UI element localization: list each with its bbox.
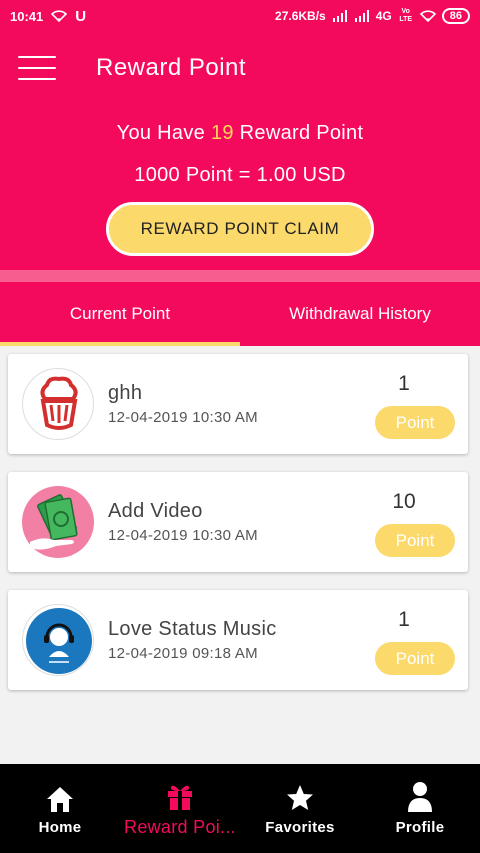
divider-stripe	[0, 270, 480, 282]
list-item[interactable]: ghh 12-04-2019 10:30 AM 1 Point	[8, 354, 468, 454]
signal-icon-2	[354, 10, 369, 22]
clock: 10:41	[10, 8, 44, 24]
entry-name: Add Video	[108, 500, 203, 522]
wifi-icon-right	[419, 10, 436, 22]
nav-profile[interactable]: Profile	[360, 764, 480, 853]
hamburger-icon[interactable]	[18, 56, 56, 80]
reward-points-count: 19	[210, 122, 234, 144]
reward-balance: You Have 19 Reward Point	[116, 122, 364, 144]
battery-icon: 86	[441, 8, 470, 24]
status-bar: 10:41 U 27.6KB/s 4G Vo LTE 86	[0, 0, 480, 32]
tab-bar: Current Point Withdrawal History	[0, 282, 480, 346]
page-title: Reward Point	[96, 54, 247, 81]
star-icon	[285, 781, 315, 813]
reward-summary: You Have 19 Reward Point 1000 Point = 1.…	[0, 104, 480, 270]
nav-favorites[interactable]: Favorites	[240, 764, 360, 853]
nav-label: Profile	[395, 819, 445, 836]
entry-date: 12-04-2019 10:30 AM	[108, 527, 258, 544]
point-badge: Point	[375, 642, 455, 675]
entry-points: 10	[392, 490, 416, 513]
nav-reward-points[interactable]: Reward Poi...	[120, 764, 240, 853]
nav-label: Favorites	[265, 819, 335, 836]
tab-withdrawal-history[interactable]: Withdrawal History	[240, 282, 480, 346]
music-headphone-logo-icon	[22, 604, 94, 676]
nav-home[interactable]: Home	[0, 764, 120, 853]
entry-date: 12-04-2019 09:18 AM	[108, 645, 258, 662]
person-icon	[407, 781, 433, 813]
entry-points: 1	[398, 608, 410, 631]
bottom-nav: Home Reward Poi... Favorites Profile	[0, 764, 480, 853]
point-list: ghh 12-04-2019 10:30 AM 1 Point Add Vide…	[0, 346, 480, 764]
point-badge: Point	[375, 524, 455, 557]
entry-points: 1	[398, 372, 410, 395]
cupcake-logo-icon	[22, 368, 94, 440]
entry-name: Love Status Music	[108, 618, 277, 640]
network-speed: 27.6KB/s	[275, 9, 326, 23]
point-badge: Point	[375, 406, 455, 439]
list-item[interactable]: Add Video 12-04-2019 10:30 AM 10 Point	[8, 472, 468, 572]
gift-icon	[165, 779, 195, 811]
signal-icon	[332, 10, 347, 22]
entry-name: ghh	[108, 382, 143, 404]
tab-current-point[interactable]: Current Point	[0, 282, 240, 346]
carrier-icon: U	[75, 7, 87, 25]
home-icon	[45, 781, 75, 813]
conversion-rate: 1000 Point = 1.00 USD	[134, 164, 346, 186]
list-item[interactable]: Love Status Music 12-04-2019 09:18 AM 1 …	[8, 590, 468, 690]
app-bar: Reward Point	[0, 32, 480, 104]
volte-badge: Vo LTE	[399, 8, 413, 23]
nav-label: Home	[38, 819, 82, 836]
money-hand-icon	[22, 486, 94, 558]
reward-point-claim-button[interactable]: REWARD POINT CLAIM	[106, 202, 374, 256]
nav-label: Reward Poi...	[124, 817, 236, 837]
entry-date: 12-04-2019 10:30 AM	[108, 409, 258, 426]
wifi-icon	[51, 10, 68, 22]
network-type: 4G	[375, 9, 392, 23]
